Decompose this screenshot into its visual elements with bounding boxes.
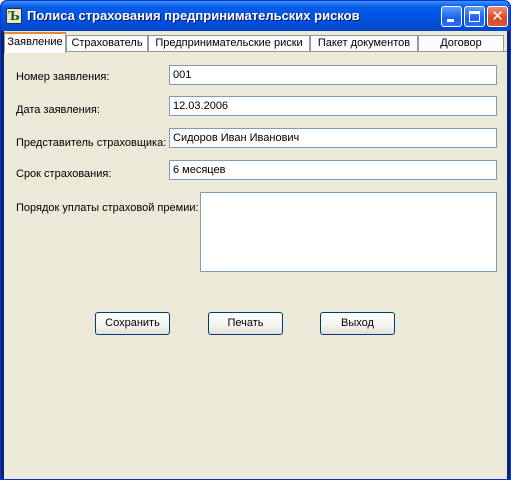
close-button[interactable]: ✕	[487, 6, 508, 27]
application-number-label: Номер заявления:	[16, 71, 110, 83]
minimize-button[interactable]	[441, 6, 462, 27]
application-date-label: Дата заявления:	[16, 104, 100, 116]
tab-panel-application: Номер заявления: 001 Дата заявления: 12.…	[4, 51, 507, 477]
tab-document-package[interactable]: Пакет документов	[310, 35, 418, 52]
title-bar[interactable]: Ъ Полиса страхования предпринимательских…	[1, 1, 510, 31]
window-title: Полиса страхования предпринимательских р…	[27, 8, 360, 23]
client-area: Заявление Страхователь Предпринимательск…	[4, 31, 507, 479]
premium-payment-order-textarea[interactable]	[200, 192, 497, 272]
tab-contract[interactable]: Договор	[418, 35, 504, 52]
insurance-term-label: Срок страхования:	[16, 168, 112, 180]
tab-application[interactable]: Заявление	[4, 32, 66, 53]
exit-button[interactable]: Выход	[320, 312, 395, 335]
premium-payment-order-label: Порядок уплаты страховой премии:	[16, 202, 199, 214]
application-number-input[interactable]: 001	[169, 65, 497, 85]
tab-policyholder[interactable]: Страхователь	[66, 35, 148, 52]
application-date-input[interactable]: 12.03.2006	[169, 96, 497, 116]
maximize-icon	[469, 11, 480, 22]
print-button[interactable]: Печать	[208, 312, 283, 335]
minimize-icon	[447, 19, 454, 22]
close-icon: ✕	[491, 7, 504, 25]
save-button[interactable]: Сохранить	[95, 312, 170, 335]
tab-business-risks[interactable]: Предпринимательские риски	[148, 35, 310, 52]
insurer-representative-label: Представитель страховщика:	[16, 137, 167, 149]
maximize-button[interactable]	[464, 6, 485, 27]
insurer-representative-input[interactable]: Сидоров Иван Иванович	[169, 128, 497, 148]
tab-strip: Заявление Страхователь Предпринимательск…	[4, 32, 507, 53]
insurance-term-input[interactable]: 6 месяцев	[169, 160, 497, 180]
application-window: Ъ Полиса страхования предпринимательских…	[0, 0, 511, 480]
app-icon[interactable]: Ъ	[6, 8, 22, 24]
